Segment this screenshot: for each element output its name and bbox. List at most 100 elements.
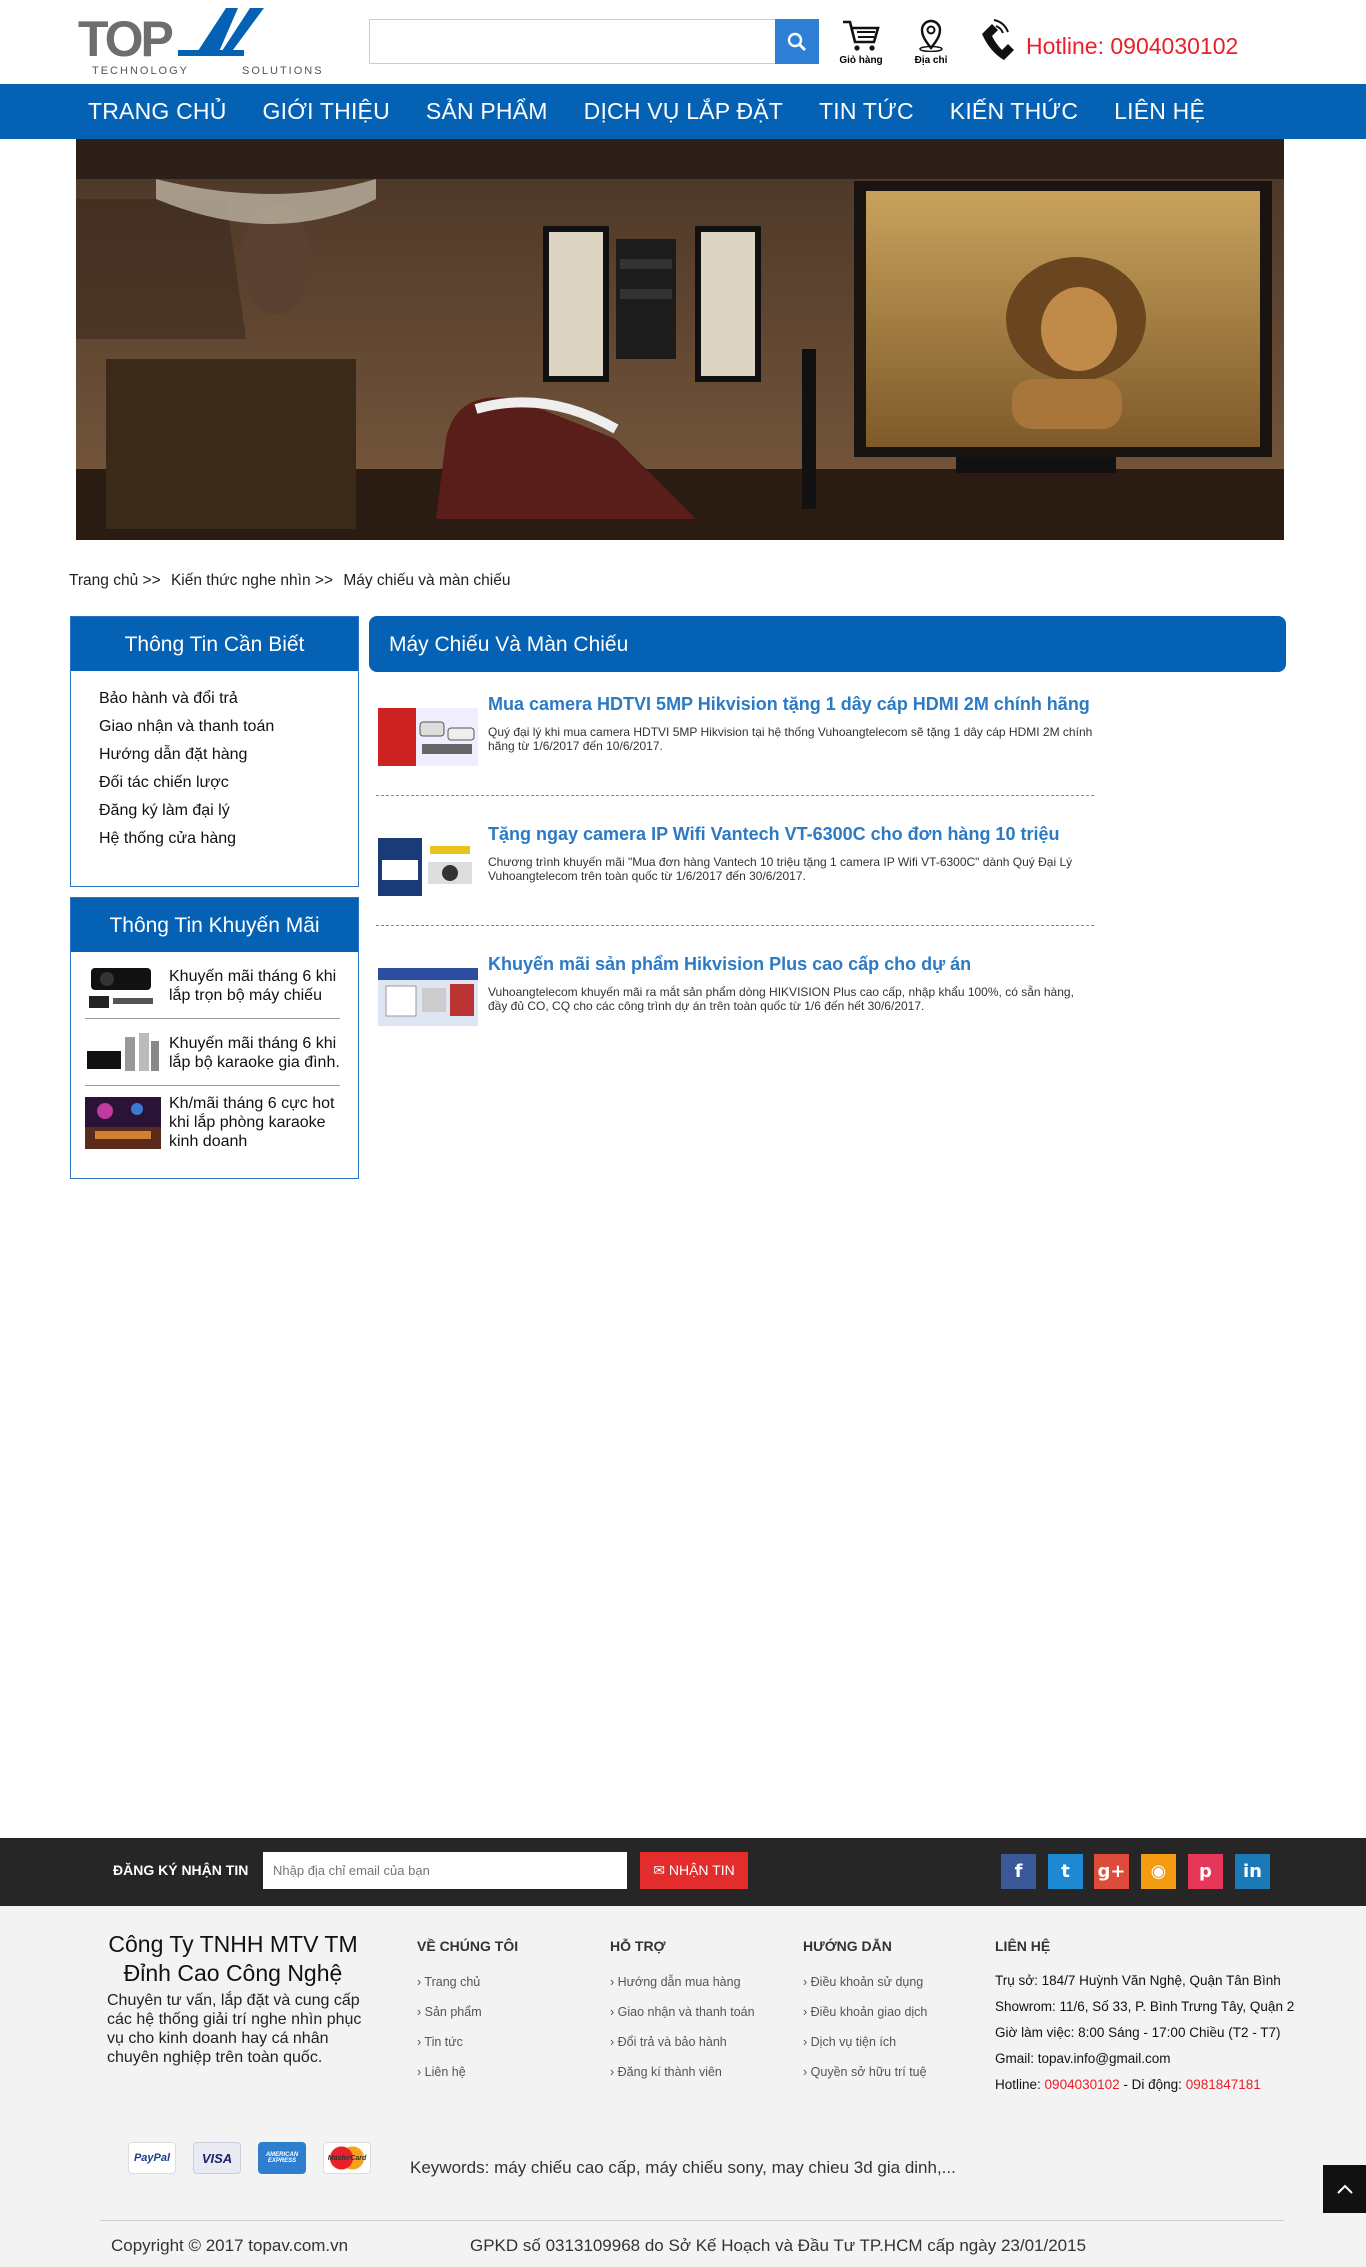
site-footer: Công Ty TNHH MTV TM Đỉnh Cao Công Nghệ C… xyxy=(0,1906,1366,2267)
sidebar-link-order-guide[interactable]: Hướng dẫn đặt hàng xyxy=(99,741,358,769)
hotline-text[interactable]: Hotline: 0904030102 xyxy=(1026,33,1238,60)
breadcrumb-current[interactable]: Máy chiếu và màn chiếu xyxy=(343,572,510,589)
article-thumbnail[interactable] xyxy=(378,838,478,896)
nav-item-about[interactable]: GIỚI THIỆU xyxy=(245,84,408,139)
hotline-number[interactable]: 0904030102 xyxy=(1045,2077,1120,2092)
footer-link[interactable]: Đăng kí thành viên xyxy=(610,2057,755,2087)
sidebar-link-delivery[interactable]: Giao nhận và thanh toán xyxy=(99,713,358,741)
footer-contact: LIÊN HỆ Trụ sở: 184/7 Huỳnh Văn Nghệ, Qu… xyxy=(995,1938,1294,2098)
footer-link[interactable]: Đổi trả và bảo hành xyxy=(610,2027,755,2057)
promo-title[interactable]: Khuyến mãi tháng 6 khi lắp trọn bộ máy c… xyxy=(169,967,340,1005)
search-icon xyxy=(787,32,806,51)
promo-sidebar-box: Thông Tin Khuyến Mãi Khuyến mãi tháng 6 … xyxy=(70,897,359,1179)
logo-sub-left: TECHNOLOGY xyxy=(92,65,189,77)
contact-gmail[interactable]: Gmail: topav.info@gmail.com xyxy=(995,2046,1294,2072)
footer-about-column: VỀ CHÚNG TÔI Trang chủ Sản phẩm Tin tức … xyxy=(417,1938,518,2087)
sidebar-link-warranty[interactable]: Bảo hành và đổi trả xyxy=(99,685,358,713)
envelope-icon: ✉ xyxy=(653,1862,669,1878)
pinterest-icon[interactable]: p xyxy=(1188,1854,1223,1889)
footer-link[interactable]: Quyền sở hữu trí tuệ xyxy=(803,2057,927,2087)
article-thumbnail[interactable] xyxy=(378,968,478,1026)
article-thumbnail[interactable] xyxy=(378,708,478,766)
nav-item-contact[interactable]: LIÊN HỆ xyxy=(1096,84,1223,139)
copyright-text: Copyright © 2017 topav.com.vn xyxy=(111,2236,349,2255)
article-title[interactable]: Mua camera HDTVI 5MP Hikvision tặng 1 dâ… xyxy=(488,694,1090,715)
newsletter-submit-label: NHẬN TIN xyxy=(668,1862,735,1878)
footer-link[interactable]: Sản phẩm xyxy=(417,1997,518,2027)
promo-item[interactable]: Khuyến mãi tháng 6 khi lắp trọn bộ máy c… xyxy=(85,952,340,1019)
newsletter-email-input[interactable] xyxy=(263,1852,627,1889)
footer-link[interactable]: Trang chủ xyxy=(417,1967,518,1997)
promo-item[interactable]: Kh/mãi tháng 6 cực hot khi lắp phòng kar… xyxy=(85,1086,340,1157)
contact-phones: Hotline: 0904030102 - Di động: 098184718… xyxy=(995,2072,1294,2098)
phone-icon xyxy=(982,19,1014,60)
svg-text:TOP: TOP xyxy=(78,11,173,67)
google-plus-icon[interactable]: g+ xyxy=(1094,1854,1129,1889)
footer-link[interactable]: Điều khoản giao dịch xyxy=(803,1997,928,2027)
linkedin-icon[interactable]: in xyxy=(1235,1854,1270,1889)
cart-label: Giỏ hàng xyxy=(839,55,883,66)
footer-contact-title: LIÊN HỆ xyxy=(995,1938,1051,1954)
company-name: Công Ty TNHH MTV TM Đỉnh Cao Công Nghệ xyxy=(108,1931,358,1986)
search-input[interactable] xyxy=(370,20,777,63)
footer-link[interactable]: Điều khoản sử dụng xyxy=(803,1967,927,1997)
sidebar-link-dealer[interactable]: Đăng ký làm đại lý xyxy=(99,797,358,825)
newsletter-submit-button[interactable]: ✉ NHẬN TIN xyxy=(640,1852,748,1889)
nav-item-news[interactable]: TIN TỨC xyxy=(801,84,932,139)
article-item[interactable]: Mua camera HDTVI 5MP Hikvision tặng 1 dâ… xyxy=(376,686,1094,796)
article-item[interactable]: Khuyến mãi sản phẩm Hikvision Plus cao c… xyxy=(376,946,1094,1056)
promo-title[interactable]: Khuyến mãi tháng 6 khi lắp bộ karaoke gi… xyxy=(169,1034,340,1072)
nav-item-knowledge[interactable]: KIẾN THỨC xyxy=(932,84,1096,139)
promo-item[interactable]: Khuyến mãi tháng 6 khi lắp bộ karaoke gi… xyxy=(85,1019,340,1086)
footer-guide-column: HƯỚNG DẪN Điều khoản sử dụng Điều khoản … xyxy=(803,1938,927,2087)
promo-thumbnail[interactable] xyxy=(85,960,161,1012)
cart-button[interactable]: Giỏ hàng xyxy=(836,18,886,66)
footer-link[interactable]: Tin tức xyxy=(417,2027,518,2057)
article-title[interactable]: Tặng ngay camera IP Wifi Vantech VT-6300… xyxy=(488,824,1059,845)
search-button[interactable] xyxy=(775,19,819,64)
logo-sub-right: SOLUTIONS xyxy=(242,65,324,77)
newsletter-bar: ĐĂNG KÝ NHẬN TIN ✉ NHẬN TIN f t g+ ◉ p i… xyxy=(0,1838,1366,1906)
sidebar-link-stores[interactable]: Hệ thống cửa hàng xyxy=(99,825,358,853)
rss-icon[interactable]: ◉ xyxy=(1141,1854,1176,1889)
article-item[interactable]: Tặng ngay camera IP Wifi Vantech VT-6300… xyxy=(376,816,1094,926)
footer-link[interactable]: Giao nhận và thanh toán xyxy=(610,1997,755,2027)
contact-showroom: Showrom: 11/6, Số 33, P. Bình Trưng Tây,… xyxy=(995,1999,1295,2014)
article-title[interactable]: Khuyến mãi sản phẩm Hikvision Plus cao c… xyxy=(488,954,971,975)
footer-link[interactable]: Hướng dẫn mua hàng xyxy=(610,1967,755,1997)
promo-thumbnail[interactable] xyxy=(85,1096,161,1149)
breadcrumb: Trang chủ >> Kiến thức nghe nhìn >> Máy … xyxy=(69,572,510,590)
breadcrumb-separator: >> xyxy=(314,572,334,589)
contact-hours: Giờ làm việc: 8:00 Sáng - 17:00 Chiều (T… xyxy=(995,2025,1281,2040)
mobile-number[interactable]: 0981847181 xyxy=(1186,2077,1261,2092)
breadcrumb-knowledge[interactable]: Kiến thức nghe nhìn xyxy=(171,572,311,589)
footer-link[interactable]: Liên hệ xyxy=(417,2057,518,2087)
breadcrumb-home[interactable]: Trang chủ xyxy=(69,572,138,589)
promo-sidebar-title: Thông Tin Khuyến Mãi xyxy=(71,898,358,952)
footer-guide-title: HƯỚNG DẪN xyxy=(803,1938,892,1954)
nav-item-products[interactable]: SẢN PHẨM xyxy=(408,84,566,139)
facebook-icon[interactable]: f xyxy=(1001,1854,1036,1889)
twitter-icon[interactable]: t xyxy=(1048,1854,1083,1889)
nav-item-home[interactable]: TRANG CHỦ xyxy=(70,84,245,139)
hotline-label: Hotline: xyxy=(995,2077,1041,2092)
footer-support-column: HỖ TRỢ Hướng dẫn mua hàng Giao nhận và t… xyxy=(610,1938,755,2087)
footer-about-title: VỀ CHÚNG TÔI xyxy=(417,1938,519,1954)
company-description: Chuyên tư vấn, lắp đặt và cung cấp các h… xyxy=(107,1992,362,2066)
logo[interactable]: TOP TECHNOLOGY SOLUTIONS xyxy=(78,4,324,78)
article-description: Vuhoangtelecom khuyến mãi ra mắt sản phẩ… xyxy=(488,985,1074,1013)
contact-office: Trụ sở: 184/7 Huỳnh Văn Nghệ, Quận Tân B… xyxy=(995,1973,1281,1988)
mobile-label: - Di động: xyxy=(1123,2077,1182,2092)
address-button[interactable]: Địa chỉ xyxy=(906,18,956,66)
promo-thumbnail[interactable] xyxy=(85,1027,161,1079)
newsletter-label: ĐĂNG KÝ NHẬN TIN xyxy=(113,1862,249,1878)
footer-link[interactable]: Dịch vụ tiện ích xyxy=(803,2027,927,2057)
chevron-up-icon xyxy=(1336,2184,1353,2194)
promo-title[interactable]: Kh/mãi tháng 6 cực hot khi lắp phòng kar… xyxy=(169,1094,340,1151)
hero-banner xyxy=(76,139,1284,540)
sidebar-link-partners[interactable]: Đối tác chiến lược xyxy=(99,769,358,797)
amex-icon: AMERICAN EXPRESS xyxy=(258,2142,306,2174)
nav-item-installation[interactable]: DỊCH VỤ LẮP ĐẶT xyxy=(566,84,801,139)
back-to-top-button[interactable] xyxy=(1323,2165,1366,2213)
breadcrumb-separator: >> xyxy=(142,572,161,589)
